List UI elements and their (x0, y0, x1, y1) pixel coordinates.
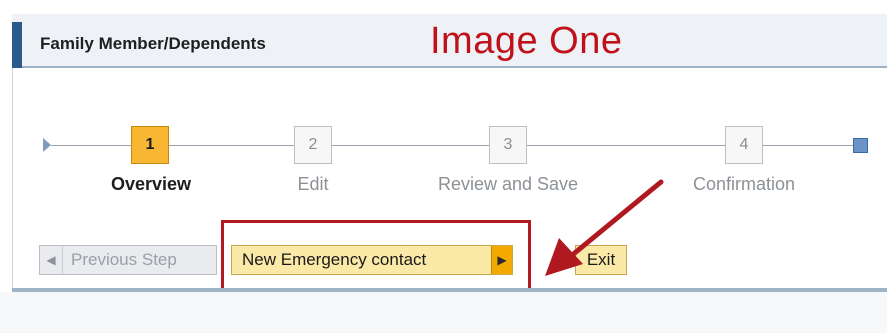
previous-step-button[interactable]: ◀ Previous Step (39, 245, 217, 275)
step-label-edit: Edit (297, 174, 329, 194)
panel-title: Family Member/Dependents (40, 34, 266, 53)
roadmap: 1 Overview 2 Edit 3 Review and Save 4 Co… (13, 68, 887, 208)
roadmap-step-2[interactable]: 2 (294, 126, 332, 164)
step-number: 1 (145, 136, 155, 153)
panel-content: 1 Overview 2 Edit 3 Review and Save 4 Co… (12, 68, 887, 292)
roadmap-step-1[interactable]: 1 (131, 126, 169, 164)
step-number: 4 (739, 136, 749, 153)
annotation-title: Image One (430, 20, 623, 62)
roadmap-step-4[interactable]: 4 (725, 126, 763, 164)
footer-area (0, 292, 887, 333)
arrow-icon (545, 179, 664, 276)
triangle-left-icon: ◀ (40, 246, 63, 274)
roadmap-step-3[interactable]: 3 (489, 126, 527, 164)
step-label-confirmation: Confirmation (692, 174, 796, 194)
family-members-panel: Family Member/Dependents Image One 1 Ove… (12, 14, 887, 299)
previous-step-label: Previous Step (71, 250, 177, 269)
roadmap-end-icon (853, 138, 868, 153)
panel-header: Family Member/Dependents Image One (12, 14, 887, 78)
roadmap-start-icon (43, 138, 51, 152)
page: Family Member/Dependents Image One 1 Ove… (0, 0, 887, 333)
step-label-overview: Overview (110, 174, 192, 194)
step-number: 3 (503, 136, 513, 153)
annotation-highlight-box (221, 220, 531, 292)
step-number: 2 (308, 136, 318, 153)
